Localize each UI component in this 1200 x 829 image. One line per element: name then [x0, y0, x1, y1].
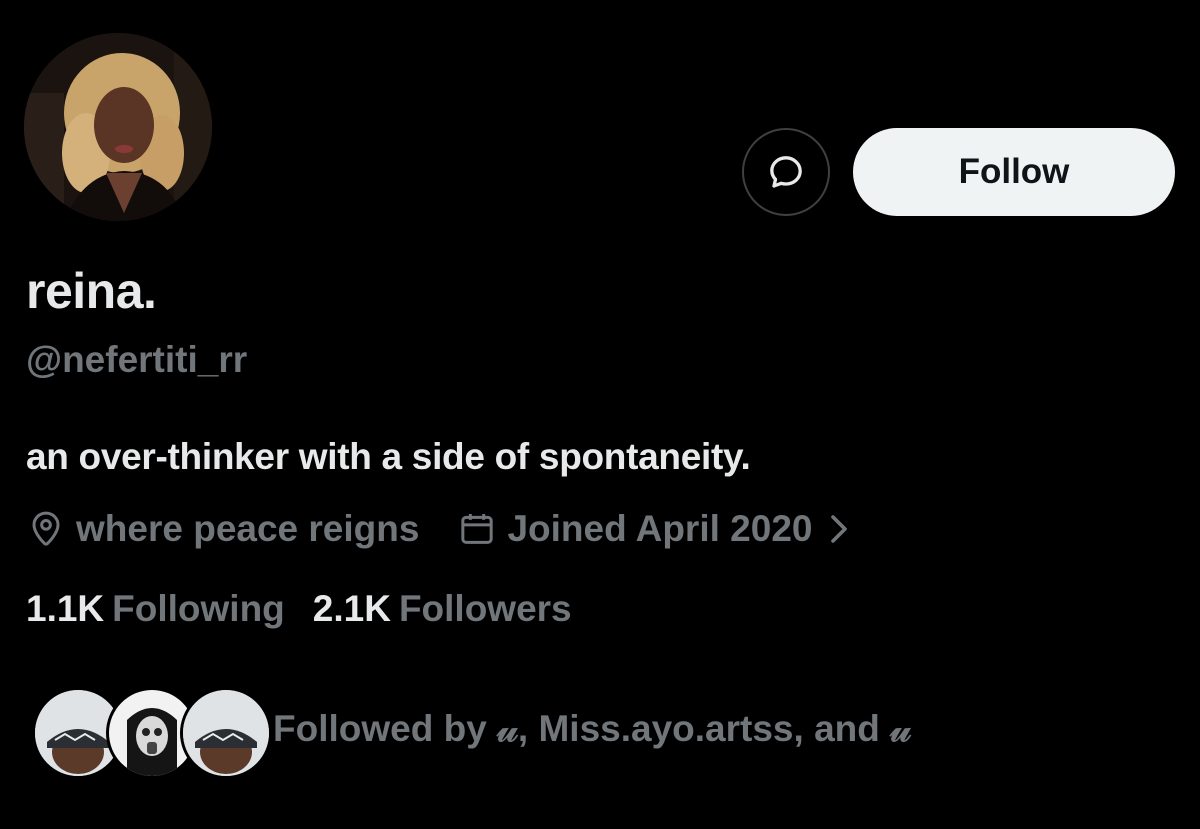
message-bubble-icon	[766, 152, 806, 192]
following-count: 1.1K	[26, 588, 105, 629]
following-label: Following	[112, 588, 285, 629]
joined-date[interactable]: Joined April 2020	[507, 508, 812, 550]
location-text: where peace reigns	[76, 508, 420, 549]
profile-meta-row: where peace reigns Joined April 2020	[26, 505, 850, 553]
followers-label: Followers	[398, 588, 572, 629]
profile-avatar[interactable]	[24, 33, 212, 221]
followers-link[interactable]: 2.1K Followers	[313, 588, 572, 630]
followers-count: 2.1K	[312, 588, 391, 629]
display-name: reina.	[26, 263, 157, 319]
mutual-avatar-3[interactable]	[180, 687, 272, 779]
following-link[interactable]: 1.1K Following	[26, 588, 285, 630]
message-button[interactable]	[742, 128, 830, 216]
follow-button[interactable]: Follow	[853, 128, 1175, 216]
chevron-right-icon[interactable]	[828, 514, 850, 544]
profile-bio: an over-thinker with a side of spontanei…	[26, 436, 751, 477]
followed-by-text[interactable]: Followed by 𝓊, Miss.ayo.artss, and 𝓊	[273, 708, 911, 751]
user-handle: @nefertiti_rr	[26, 339, 248, 380]
map-pin-icon	[26, 509, 66, 549]
mutual-followers-avatars[interactable]	[32, 687, 272, 782]
follow-stats: 1.1K Following 2.1K Followers	[26, 588, 572, 630]
calendar-icon	[457, 509, 497, 549]
